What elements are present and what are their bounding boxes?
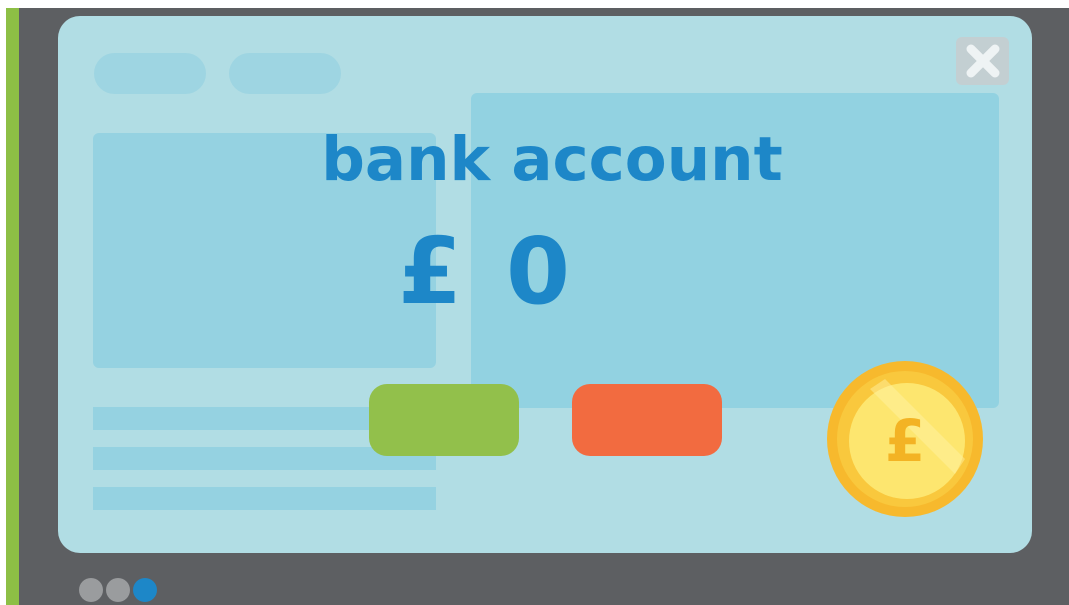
accent-edge <box>6 8 19 605</box>
bank-account-window: bank account £0 £ <box>58 16 1032 553</box>
deposit-button[interactable] <box>369 384 519 456</box>
placeholder-text-line <box>93 487 436 510</box>
pagination-dots <box>79 578 157 602</box>
coin-symbol: £ <box>885 407 925 475</box>
dialog-title: bank account <box>321 124 783 195</box>
balance-display: £0 <box>398 222 570 322</box>
balance-value: 0 <box>506 218 571 325</box>
close-icon <box>966 44 999 78</box>
page-dot[interactable] <box>106 578 130 602</box>
withdraw-button[interactable] <box>572 384 722 456</box>
placeholder-tab-1 <box>94 53 206 94</box>
page-dot[interactable] <box>79 578 103 602</box>
pound-coin-icon[interactable]: £ <box>825 359 985 519</box>
close-button[interactable] <box>956 37 1009 85</box>
placeholder-tab-2 <box>229 53 341 94</box>
currency-symbol: £ <box>398 218 463 325</box>
page-dot-active[interactable] <box>133 578 157 602</box>
